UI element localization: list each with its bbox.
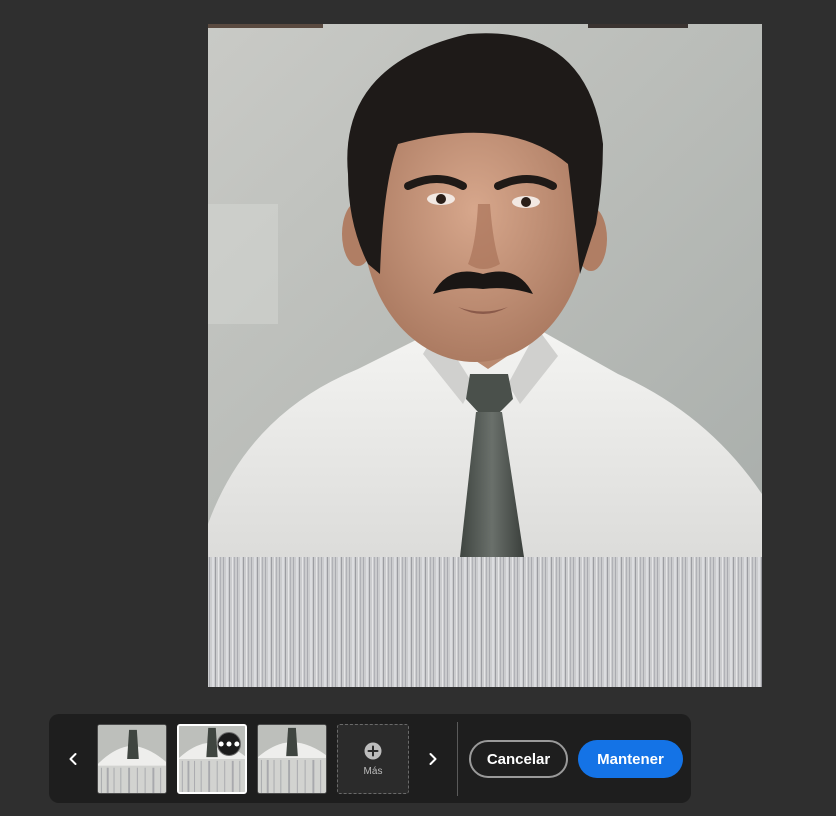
- cancel-button[interactable]: Cancelar: [469, 740, 568, 778]
- previous-button[interactable]: [59, 742, 87, 776]
- thumbnail-image: [98, 725, 166, 793]
- more-options-button[interactable]: [217, 732, 241, 756]
- thumbnail-image: [258, 725, 326, 793]
- variation-thumbnail-1[interactable]: [97, 724, 167, 794]
- variations-taskbar: Más Cancelar Mantener: [49, 714, 691, 803]
- plus-circle-icon: [364, 742, 382, 759]
- image-canvas[interactable]: [208, 24, 762, 687]
- chevron-right-icon: [429, 753, 437, 765]
- variation-thumbnail-3[interactable]: [257, 724, 327, 794]
- portrait-photo: [208, 24, 762, 687]
- next-button[interactable]: [419, 742, 447, 776]
- keep-button[interactable]: Mantener: [578, 740, 683, 778]
- chevron-left-icon: [69, 753, 77, 765]
- more-label: Más: [363, 765, 383, 777]
- divider: [457, 722, 458, 796]
- ellipsis-icon: [218, 741, 240, 747]
- variation-thumbnail-2[interactable]: [177, 724, 247, 794]
- more-variations-button[interactable]: Más: [337, 724, 409, 794]
